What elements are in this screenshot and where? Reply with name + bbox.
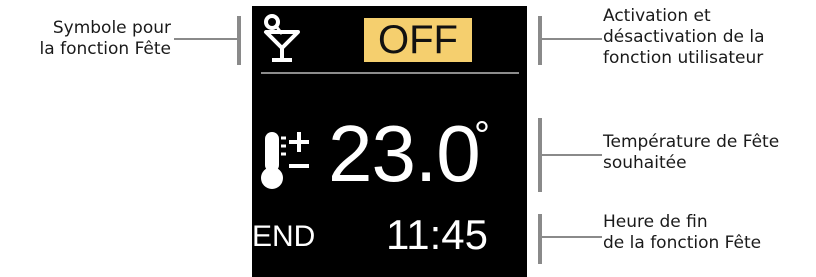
divider-line (261, 72, 519, 74)
leader-toggle (542, 38, 602, 40)
leader-end-time (542, 236, 602, 238)
leader-party-symbol (174, 38, 238, 40)
end-label: END (252, 220, 316, 253)
cocktail-glass-icon (262, 14, 302, 64)
callout-end-time: Heure de fin de la fonction Fête (603, 212, 762, 253)
leader-temperature (542, 154, 602, 156)
end-time-value: 11:45 (386, 211, 488, 258)
bracket-party-symbol (237, 16, 241, 65)
status-badge: OFF (364, 18, 472, 62)
bracket-end-time (538, 214, 542, 264)
bracket-toggle (538, 16, 542, 65)
thermostat-screen: OFF 23.0 ° END 11:45 (252, 6, 527, 277)
temperature-value: 23.0 (328, 109, 481, 198)
callout-party-symbol: Symbole pour la fonction Fête (39, 18, 171, 59)
callout-toggle: Activation et désactivation de la foncti… (603, 6, 765, 68)
thermometer-adjust-icon (259, 128, 315, 192)
callout-temperature: Température de Fête souhaitée (603, 132, 780, 173)
degree-symbol: ° (474, 114, 490, 158)
